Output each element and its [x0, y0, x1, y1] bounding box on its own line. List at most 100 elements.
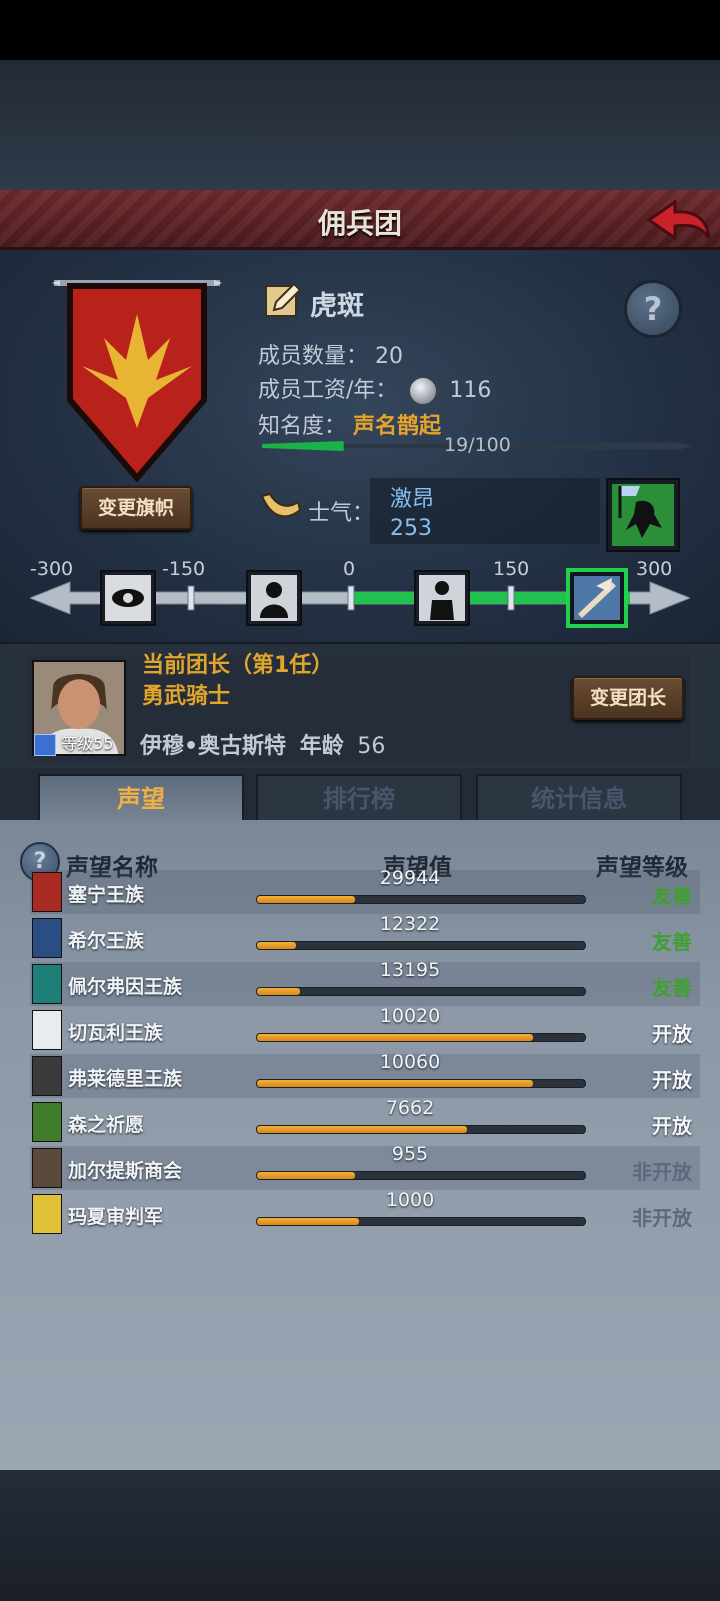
- faction-crest-icon: [32, 872, 62, 912]
- reputation-level: 友善: [652, 930, 692, 954]
- team-name: 虎斑: [310, 291, 364, 322]
- reputation-bar-fill: [257, 1080, 533, 1087]
- scale-label-max: 300: [636, 558, 673, 580]
- reputation-value: 29944: [379, 867, 441, 889]
- reputation-bar: [256, 941, 586, 950]
- reputation-bar: [256, 1125, 586, 1134]
- faction-name: 加尔提斯商会: [68, 1160, 183, 1182]
- reputation-level: 非开放: [632, 1206, 692, 1230]
- leader-name: 伊穆•奥古斯特: [140, 734, 287, 759]
- title-bar: 佣兵团: [0, 190, 720, 250]
- reputation-bar-fill: [257, 1126, 467, 1133]
- reputation-bar-fill: [257, 1172, 356, 1179]
- silver-coin-icon: [408, 376, 439, 406]
- members-line: 成员数量： 20: [258, 338, 403, 370]
- top-background: [0, 60, 720, 190]
- reputation-level: 友善: [652, 976, 692, 1000]
- reputation-level: 开放: [652, 1068, 692, 1092]
- morale-status-icon[interactable]: [606, 478, 680, 552]
- faction-name: 玛夏审判军: [68, 1206, 164, 1228]
- reputation-level: 友善: [652, 884, 692, 908]
- reputation-value: 955: [391, 1143, 429, 1165]
- faction-crest-icon: [32, 1010, 62, 1050]
- fame-progress-text: 19/100: [444, 434, 511, 456]
- reputation-value: 13195: [379, 959, 441, 981]
- change-leader-button[interactable]: 变更团长: [572, 676, 684, 720]
- faction-crest-icon: [32, 918, 62, 958]
- wage-label: 成员工资/年：: [258, 378, 398, 403]
- morale-stage-2-icon: [246, 570, 302, 626]
- reputation-value: 12322: [379, 913, 441, 935]
- leader-age-label: 年龄: [299, 734, 344, 759]
- faction-crest-icon: [32, 1102, 62, 1142]
- reputation-value: 10020: [379, 1005, 441, 1027]
- back-arrow-icon[interactable]: [645, 196, 713, 248]
- reputation-level: 开放: [652, 1022, 692, 1046]
- morale-stage-1-icon: [100, 570, 156, 626]
- reputation-bar-fill: [257, 988, 300, 995]
- reputation-bar: [256, 987, 586, 996]
- reputation-bar: [256, 1217, 586, 1226]
- faction-name: 切瓦利王族: [68, 1022, 164, 1044]
- fame-label: 知名度：: [258, 414, 347, 439]
- reputation-level: 开放: [652, 1114, 692, 1138]
- fame-line: 知名度： 声名鹊起: [258, 408, 441, 440]
- reputation-row[interactable]: 弗莱德里王族 10060 开放: [30, 1051, 700, 1098]
- leader-level-tag: 等级55: [34, 730, 114, 756]
- fame-title: 声名鹊起: [353, 414, 442, 439]
- morale-label: 士气：: [308, 501, 375, 526]
- members-label: 成员数量：: [258, 344, 369, 369]
- tab-leaderboard[interactable]: 排行榜: [256, 774, 462, 820]
- sword-icon: [34, 733, 56, 756]
- reputation-bar: [256, 1171, 586, 1180]
- faction-crest-icon: [32, 1148, 62, 1188]
- help-icon[interactable]: ?: [624, 280, 682, 338]
- faction-name: 弗莱德里王族: [68, 1068, 183, 1090]
- wage-line: 成员工资/年： 116: [258, 372, 491, 406]
- reputation-level: 非开放: [632, 1160, 692, 1184]
- edit-name-icon[interactable]: [264, 280, 304, 320]
- reputation-row[interactable]: 塞宁王族 29944 友善: [30, 867, 700, 914]
- wage-value: 116: [449, 378, 492, 403]
- leader-age-value: 56: [357, 734, 386, 759]
- faction-crest-icon: [32, 964, 62, 1004]
- leader-title: 当前团长（第1任）: [142, 653, 334, 678]
- reputation-row[interactable]: 希尔王族 12322 友善: [30, 913, 700, 960]
- morale-stage-4-icon: [566, 568, 628, 628]
- faction-name: 塞宁王族: [68, 884, 145, 906]
- reputation-row[interactable]: 森之祈愿 7662 开放: [30, 1097, 700, 1144]
- tab-reputation[interactable]: 声望: [38, 774, 244, 826]
- reputation-bar: [256, 1079, 586, 1088]
- team-banner-icon: [52, 280, 222, 483]
- scale-label-zero: 0: [343, 558, 356, 580]
- leader-info: 伊穆•奥古斯特 年龄 56: [140, 728, 385, 760]
- morale-stage-3-icon: [414, 570, 470, 626]
- members-value: 20: [375, 344, 404, 369]
- morale-state: 激昂: [390, 487, 435, 512]
- reputation-row[interactable]: 切瓦利王族 10020 开放: [30, 1005, 700, 1052]
- morale-value: 253: [390, 516, 432, 541]
- reputation-value: 7662: [385, 1097, 435, 1119]
- page-title: 佣兵团: [317, 207, 402, 240]
- tab-statistics[interactable]: 统计信息: [476, 774, 682, 820]
- change-banner-button[interactable]: 变更旗帜: [80, 486, 192, 530]
- scale-label-min: -300: [30, 558, 74, 580]
- status-bar: [0, 0, 720, 60]
- scale-label-neg: -150: [162, 558, 206, 580]
- reputation-row[interactable]: 佩尔弗因王族 13195 友善: [30, 959, 700, 1006]
- faction-name: 佩尔弗因王族: [68, 976, 183, 998]
- reputation-row[interactable]: 玛夏审判军 1000 非开放: [30, 1189, 700, 1236]
- reputation-bar-fill: [257, 942, 297, 949]
- reputation-bar: [256, 1033, 586, 1042]
- reputation-bar-fill: [257, 1034, 533, 1041]
- reputation-value: 1000: [385, 1189, 435, 1211]
- faction-crest-icon: [32, 1194, 62, 1234]
- leader-level: 等级55: [61, 734, 114, 753]
- reputation-bar: [256, 895, 586, 904]
- faction-name: 希尔王族: [68, 930, 145, 952]
- horn-icon: [260, 492, 302, 518]
- bottom-background: [0, 1470, 720, 1601]
- faction-crest-icon: [32, 1056, 62, 1096]
- scale-label-pos: 150: [493, 558, 530, 580]
- reputation-row[interactable]: 加尔提斯商会 955 非开放: [30, 1143, 700, 1190]
